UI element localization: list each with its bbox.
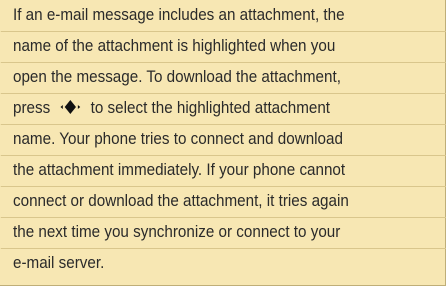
select-instruction-text: to select the highlighted attachment (90, 99, 331, 117)
text-line-5: name. Your phone tries to connect and do… (13, 124, 415, 155)
note-panel: If an e-mail message includes an attachm… (0, 0, 446, 286)
press-text: press (13, 99, 51, 117)
text-line-3: open the message. To download the attach… (13, 62, 415, 93)
text-line-9: e-mail server. (13, 254, 105, 272)
text-line-7: connect or download the attachment, it t… (13, 186, 415, 217)
text-line-2: name of the attachment is highlighted wh… (13, 31, 415, 62)
text-line-6: the attachment immediately. If your phon… (13, 155, 415, 186)
navigation-key-icon (58, 98, 82, 116)
text-line-1: If an e-mail message includes an attachm… (13, 0, 415, 31)
text-line-8: the next time you synchronize or connect… (13, 217, 415, 248)
text-line-4: press to select the highlighted attachme… (13, 93, 415, 124)
